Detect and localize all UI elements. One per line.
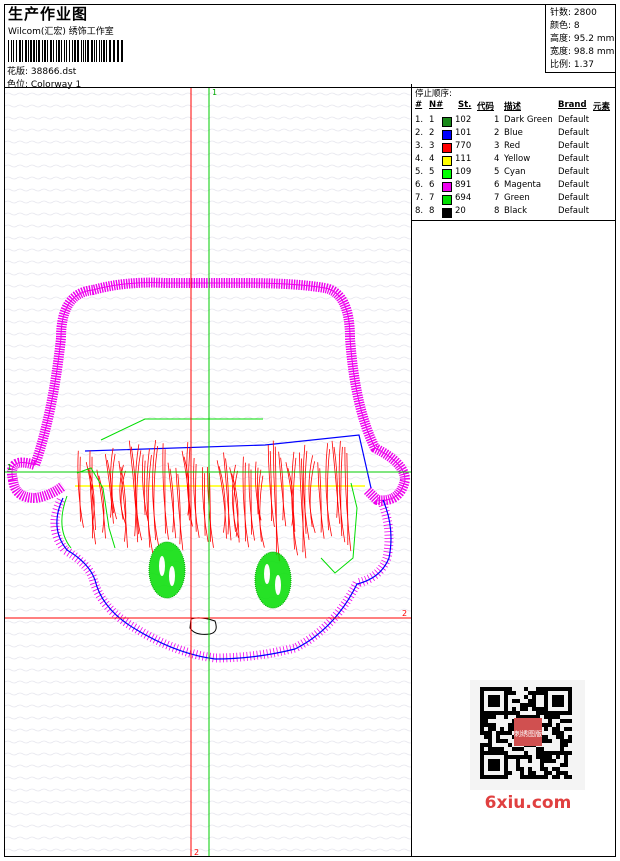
row-brand: Default bbox=[558, 167, 590, 177]
axis-label-top: 1 bbox=[212, 88, 217, 97]
stop-sequence-row: 6. 6 891 6 Magenta Default bbox=[412, 180, 616, 193]
stop-sequence-row: 3. 3 770 3 Red Default bbox=[412, 141, 616, 154]
row-stitches: 20 bbox=[455, 206, 466, 216]
row-description: Cyan bbox=[504, 167, 526, 177]
row-needle: 7 bbox=[429, 193, 435, 203]
axis-label-left: 1 bbox=[7, 463, 12, 472]
stop-sequence-row: 2. 2 101 2 Blue Default bbox=[412, 128, 616, 141]
row-index: 4. bbox=[415, 154, 424, 164]
row-stitches: 101 bbox=[455, 128, 472, 138]
stop-sequence-row: 1. 1 102 1 Dark Green Default bbox=[412, 115, 616, 128]
color-swatch bbox=[442, 182, 452, 192]
row-stitches: 694 bbox=[455, 193, 472, 203]
row-description: Green bbox=[504, 193, 530, 203]
design-preview: 1 2 2 1 bbox=[5, 88, 411, 856]
color-swatch bbox=[442, 143, 452, 153]
color-swatch bbox=[442, 117, 452, 127]
row-needle: 2 bbox=[429, 128, 435, 138]
row-code: 1 bbox=[494, 115, 500, 125]
row-needle: 5 bbox=[429, 167, 435, 177]
row-brand: Default bbox=[558, 154, 590, 164]
row-description: Dark Green bbox=[504, 115, 553, 125]
row-brand: Default bbox=[558, 115, 590, 125]
col-header-code: 代码 bbox=[477, 102, 495, 112]
watermark-qr: 刺绣图版 6xiu.com bbox=[470, 680, 585, 810]
col-header-stitches: St. bbox=[458, 100, 472, 110]
row-code: 6 bbox=[494, 180, 500, 190]
row-index: 3. bbox=[415, 141, 424, 151]
row-needle: 3 bbox=[429, 141, 435, 151]
row-needle: 1 bbox=[429, 115, 435, 125]
row-code: 5 bbox=[494, 167, 500, 177]
row-code: 4 bbox=[494, 154, 500, 164]
col-header-element: 元素 bbox=[593, 102, 611, 112]
col-header-description: 描述 bbox=[504, 102, 522, 112]
row-code: 2 bbox=[494, 128, 500, 138]
stop-sequence-panel: 停止顺序: # N# St. 代码 描述 Brand 元素 1. 1 102 1 Dar… bbox=[411, 84, 616, 221]
row-index: 6. bbox=[415, 180, 424, 190]
row-stitches: 111 bbox=[455, 154, 472, 164]
row-code: 7 bbox=[494, 193, 500, 203]
row-description: Blue bbox=[504, 128, 523, 138]
design-file-label: 花版: 38866.dst bbox=[7, 67, 77, 77]
row-brand: Default bbox=[558, 193, 590, 203]
row-index: 5. bbox=[415, 167, 424, 177]
left-eye bbox=[148, 541, 186, 599]
color-swatch bbox=[442, 130, 452, 140]
stat-width: 宽度: 98.8 mm bbox=[550, 47, 615, 57]
row-stitches: 770 bbox=[455, 141, 472, 151]
barcode-image bbox=[8, 40, 123, 62]
color-swatch bbox=[442, 156, 452, 166]
stop-sequence-row: 8. 8 20 8 Black Default bbox=[412, 206, 616, 219]
right-eye bbox=[254, 551, 292, 609]
row-code: 8 bbox=[494, 206, 500, 216]
panel-divider bbox=[411, 221, 412, 857]
company-name: Wilcom(汇宏) 绣饰工作室 bbox=[8, 27, 114, 37]
col-header-needle: N# bbox=[429, 100, 444, 110]
row-index: 8. bbox=[415, 206, 424, 216]
row-index: 2. bbox=[415, 128, 424, 138]
row-brand: Default bbox=[558, 141, 590, 151]
row-description: Magenta bbox=[504, 180, 542, 190]
watermark-logo-text: 6xiu.com bbox=[485, 793, 572, 810]
row-brand: Default bbox=[558, 180, 590, 190]
stop-sequence-row: 5. 5 109 5 Cyan Default bbox=[412, 167, 616, 180]
stop-sequence-title: 停止顺序: bbox=[415, 89, 452, 99]
color-swatch bbox=[442, 169, 452, 179]
color-swatch bbox=[442, 195, 452, 205]
stop-sequence-row: 4. 4 111 4 Yellow Default bbox=[412, 154, 616, 167]
row-description: Black bbox=[504, 206, 527, 216]
watermark-badge-text: 刺绣图版 bbox=[514, 729, 542, 738]
row-description: Yellow bbox=[504, 154, 531, 164]
page-title: 生产作业图 bbox=[8, 5, 89, 23]
stat-height: 高度: 95.2 mm bbox=[550, 34, 615, 44]
row-code: 3 bbox=[494, 141, 500, 151]
stat-stitches: 针数: 2800 bbox=[550, 8, 597, 18]
row-stitches: 102 bbox=[455, 115, 472, 125]
axis-label-bottom: 2 bbox=[194, 848, 199, 856]
stat-colors: 颜色: 8 bbox=[550, 21, 580, 31]
col-header-index: # bbox=[415, 100, 423, 110]
row-brand: Default bbox=[558, 128, 590, 138]
stop-sequence-header: # N# St. 代码 描述 Brand 元素 bbox=[412, 100, 616, 112]
stats-box: 针数: 2800 颜色: 8 高度: 95.2 mm 宽度: 98.8 mm 比… bbox=[545, 4, 616, 73]
color-swatch bbox=[442, 208, 452, 218]
row-needle: 4 bbox=[429, 154, 435, 164]
row-needle: 8 bbox=[429, 206, 435, 216]
row-needle: 6 bbox=[429, 180, 435, 190]
col-header-brand: Brand bbox=[558, 100, 587, 110]
row-stitches: 109 bbox=[455, 167, 472, 177]
row-brand: Default bbox=[558, 206, 590, 216]
row-description: Red bbox=[504, 141, 521, 151]
row-index: 1. bbox=[415, 115, 424, 125]
sheet-header: 生产作业图 Wilcom(汇宏) 绣饰工作室 花版: 38866.dst 色位:… bbox=[4, 4, 616, 90]
row-index: 7. bbox=[415, 193, 424, 203]
stat-scale: 比例: 1.37 bbox=[550, 60, 594, 70]
row-stitches: 891 bbox=[455, 180, 472, 190]
axis-label-right: 2 bbox=[402, 609, 407, 618]
stop-sequence-row: 7. 7 694 7 Green Default bbox=[412, 193, 616, 206]
